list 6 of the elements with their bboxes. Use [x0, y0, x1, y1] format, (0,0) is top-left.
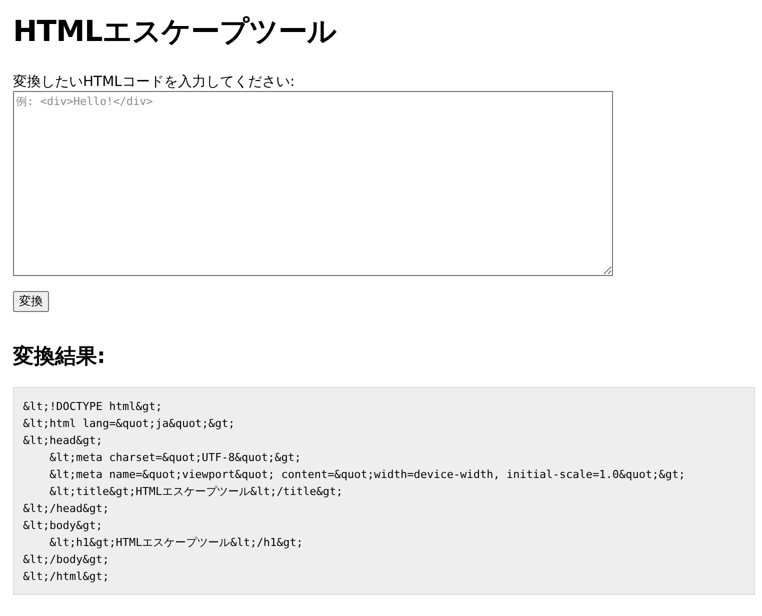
- result-output: &lt;!DOCTYPE html&gt; &lt;html lang=&quot;ja&quot;&gt; &lt;head&gt; &lt;meta charset=&quot;UTF-8&quot;&gt; &lt;meta name=&quot;viewport&quot; content=&quot;width=device-width, initial-scale=1.0&quot;&gt; &lt;title&gt;HTMLエスケープツール&lt;/title&gt; &lt;/head&gt; &lt;body&gt; &lt;h1&gt;HTMLエスケープツール&lt;/h1&gt; &lt;/body&gt; &lt;/html&gt;: [13, 387, 755, 595]
- convert-button[interactable]: 変換: [13, 291, 49, 312]
- page-title: HTMLエスケープツール: [13, 13, 338, 50]
- input-label: 変換したいHTMLコードを入力してください:: [13, 74, 296, 91]
- html-input-field[interactable]: 例: <div>Hello!</div>: [13, 91, 613, 276]
- result-heading: 変換結果:: [13, 343, 106, 370]
